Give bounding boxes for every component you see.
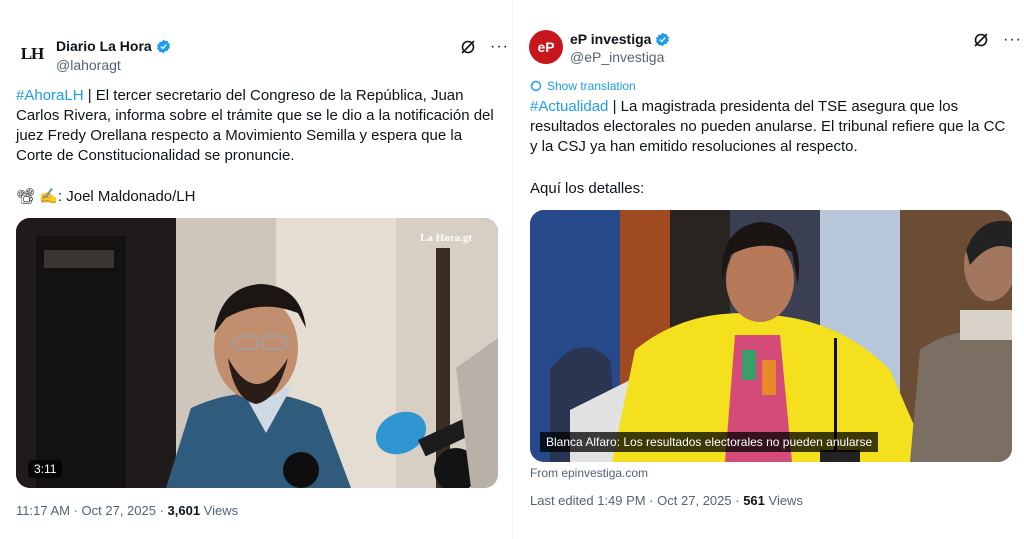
video-duration: 3:11 xyxy=(28,460,63,478)
show-translation-label[interactable]: Show translation xyxy=(547,79,636,93)
author-handle[interactable]: @lahoragt xyxy=(56,57,121,73)
watermark: La Hora.gt xyxy=(420,232,472,244)
link-source[interactable]: From epinvestiga.com xyxy=(530,466,648,480)
hashtag-link[interactable]: #Actualidad xyxy=(530,98,608,115)
link-card-image[interactable]: Blanca Alfaro: Los resultados electorale… xyxy=(530,210,1012,462)
timestamp[interactable]: Last edited 1:49 PM · Oct 27, 2025 · xyxy=(530,493,743,508)
more-options-icon[interactable]: ··· xyxy=(1003,32,1022,48)
timestamp[interactable]: 11:17 AM · Oct 27, 2025 · xyxy=(16,503,168,518)
tweet-text: #AhoraLH | El tercer secretario del Cong… xyxy=(16,86,500,166)
video-thumbnail xyxy=(16,218,498,488)
author-name-text[interactable]: Diario La Hora xyxy=(56,38,152,54)
show-translation-link[interactable]: Show translation xyxy=(530,79,636,93)
views-label: Views xyxy=(200,503,239,518)
translate-icon xyxy=(530,80,542,92)
video-player[interactable]: La Hora.gt 3:11 xyxy=(16,218,498,488)
grok-icon[interactable] xyxy=(973,32,989,48)
tweet-card-epinvestiga[interactable]: eP eP investiga @eP_investiga ··· Show t… xyxy=(513,0,1024,539)
avatar[interactable]: eP xyxy=(529,30,563,64)
views-count: 3,601 xyxy=(167,503,201,518)
avatar[interactable]: LH xyxy=(14,36,50,72)
hashtag-link[interactable]: #AhoraLH xyxy=(16,87,84,104)
tweet-body: | El tercer secretario del Congreso de l… xyxy=(16,87,494,164)
article-image xyxy=(530,210,1012,462)
views-count: 561 xyxy=(743,493,765,508)
grok-icon[interactable] xyxy=(460,39,476,55)
author-name-text[interactable]: eP investiga xyxy=(570,31,651,47)
verified-badge-icon xyxy=(656,32,670,46)
image-caption: Blanca Alfaro: Los resultados electorale… xyxy=(540,432,879,452)
tweet-text: #Actualidad | La magistrada presidenta d… xyxy=(530,97,1014,157)
verified-badge-icon xyxy=(156,39,170,53)
tweet-meta: Last edited 1:49 PM · Oct 27, 2025 · 561… xyxy=(530,493,803,508)
tweet-text-details: Aquí los detalles: xyxy=(530,180,645,197)
tweet-card-lahora[interactable]: LH Diario La Hora @lahoragt ··· #AhoraLH… xyxy=(0,0,512,539)
author-name[interactable]: Diario La Hora xyxy=(56,38,171,54)
author-name[interactable]: eP investiga xyxy=(570,31,670,47)
author-handle[interactable]: @eP_investiga xyxy=(570,49,664,65)
views-label: Views xyxy=(764,493,803,508)
tweet-credit: 📽 ✍: Joel Maldonado/LH xyxy=(16,188,196,205)
tweet-meta: 11:17 AM · Oct 27, 2025 · 3,601 Views xyxy=(16,503,238,518)
more-options-icon[interactable]: ··· xyxy=(490,39,509,55)
